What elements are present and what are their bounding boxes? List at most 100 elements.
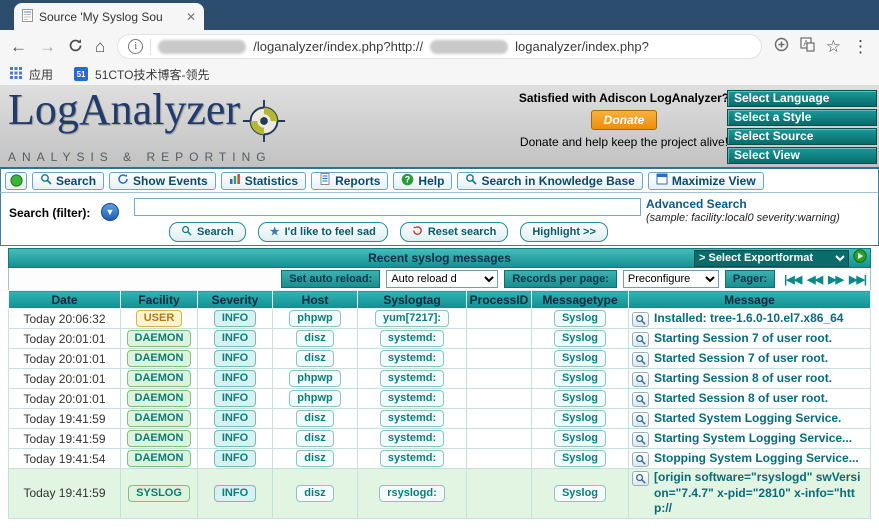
severity-badge[interactable]: INFO (213, 450, 257, 467)
advanced-search-link[interactable]: Advanced Search (646, 197, 747, 211)
menu-knowledge-base-button[interactable]: Search in Knowledge Base (457, 171, 643, 190)
col-message[interactable]: Message (628, 290, 871, 309)
messagetype-badge[interactable]: Syslog (553, 350, 607, 367)
bookmark-star-icon[interactable]: ☆ (826, 38, 841, 55)
severity-badge[interactable]: INFO (213, 484, 257, 502)
pager-last-icon[interactable]: ▶▶| (849, 273, 867, 286)
select-style-button[interactable]: Select a Style (727, 109, 877, 126)
feel-sad-button[interactable]: ★ I'd like to feel sad (257, 222, 388, 242)
messagetype-badge[interactable]: Syslog (553, 370, 607, 387)
pager-first-icon[interactable]: |◀◀ (784, 273, 802, 286)
host-badge[interactable]: disz (296, 410, 334, 427)
facility-badge[interactable]: DAEMON (126, 410, 192, 427)
message-detail-icon[interactable] (632, 391, 649, 407)
export-format-select[interactable]: > Select Exportformat (694, 249, 849, 267)
host-badge[interactable]: disz (296, 430, 334, 447)
col-processid[interactable]: ProcessID (466, 290, 532, 309)
facility-badge[interactable]: DAEMON (126, 450, 192, 467)
syslogtag-badge[interactable]: yum[7217]: (374, 310, 450, 327)
severity-badge[interactable]: INFO (213, 390, 257, 407)
forward-icon[interactable]: → (39, 38, 56, 55)
reset-search-button[interactable]: Reset search (399, 222, 509, 242)
status-circle-button[interactable] (5, 171, 27, 190)
host-badge[interactable]: phpwp (289, 370, 341, 387)
syslogtag-badge[interactable]: systemd: (379, 430, 445, 447)
browser-tab[interactable]: Source 'My Syslog Sou ✕ (14, 3, 204, 30)
message-detail-icon[interactable] (632, 351, 649, 367)
messagetype-badge[interactable]: Syslog (553, 484, 607, 502)
export-go-icon[interactable] (853, 248, 867, 268)
col-date[interactable]: Date (8, 290, 121, 309)
pager-next-icon[interactable]: ▶▶ (828, 273, 844, 286)
host-badge[interactable]: phpwp (289, 390, 341, 407)
donate-button[interactable]: Donate (591, 110, 657, 130)
syslogtag-badge[interactable]: systemd: (379, 330, 445, 347)
refresh-icon[interactable] (68, 38, 83, 56)
tab-close-icon[interactable]: ✕ (186, 10, 196, 24)
menu-maximize-view-button[interactable]: Maximize View (647, 171, 764, 190)
menu-show-events-button[interactable]: Show Events (109, 171, 216, 190)
facility-badge[interactable]: USER (135, 310, 183, 327)
menu-reports-button[interactable]: Reports (311, 171, 389, 190)
extension-plug-icon[interactable] (774, 37, 789, 57)
messagetype-badge[interactable]: Syslog (553, 450, 607, 467)
syslogtag-badge[interactable]: systemd: (379, 450, 445, 467)
message-detail-icon[interactable] (632, 311, 649, 327)
bookmark-item[interactable]: 51CTO技术博客-领先 (95, 66, 209, 83)
select-source-button[interactable]: Select Source (727, 128, 877, 145)
message-detail-icon[interactable] (632, 471, 649, 486)
col-severity[interactable]: Severity (197, 290, 273, 309)
col-facility[interactable]: Facility (120, 290, 198, 309)
severity-badge[interactable]: INFO (213, 430, 257, 447)
host-badge[interactable]: disz (296, 330, 334, 347)
search-submit-button[interactable]: Search (169, 222, 246, 242)
messagetype-badge[interactable]: Syslog (553, 390, 607, 407)
facility-badge[interactable]: DAEMON (126, 390, 192, 407)
host-badge[interactable]: phpwp (289, 310, 341, 327)
col-syslogtag[interactable]: Syslogtag (357, 290, 467, 309)
col-messagetype[interactable]: Messagetype (531, 290, 629, 309)
select-view-button[interactable]: Select View (727, 147, 877, 164)
back-icon[interactable]: ← (10, 38, 27, 55)
severity-badge[interactable]: INFO (213, 350, 257, 367)
facility-badge[interactable]: DAEMON (126, 330, 192, 347)
browser-menu-icon[interactable]: ⋮ (852, 38, 869, 55)
message-detail-icon[interactable] (632, 451, 649, 467)
home-icon[interactable]: ⌂ (95, 38, 105, 55)
syslogtag-badge[interactable]: systemd: (379, 410, 445, 427)
menu-help-button[interactable]: ? Help (393, 171, 453, 190)
syslogtag-badge[interactable]: systemd: (379, 350, 445, 367)
facility-badge[interactable]: DAEMON (126, 350, 192, 367)
syslogtag-badge[interactable]: systemd: (379, 370, 445, 387)
severity-badge[interactable]: INFO (213, 370, 257, 387)
messagetype-badge[interactable]: Syslog (553, 330, 607, 347)
message-detail-icon[interactable] (632, 331, 649, 347)
page-info-icon[interactable]: i (128, 39, 144, 54)
facility-badge[interactable]: DAEMON (126, 430, 192, 447)
records-per-page-select[interactable]: Preconfigure (622, 270, 719, 288)
col-host[interactable]: Host (272, 290, 358, 309)
records-per-page-button[interactable]: Records per page: (504, 270, 617, 288)
menu-search-button[interactable]: Search (32, 171, 105, 190)
filter-dropdown-button[interactable]: ▼ (101, 203, 119, 221)
search-filter-input[interactable] (134, 198, 641, 216)
messagetype-badge[interactable]: Syslog (553, 430, 607, 447)
syslogtag-badge[interactable]: rsyslogd: (379, 484, 445, 502)
message-detail-icon[interactable] (632, 411, 649, 427)
apps-grid-icon[interactable] (10, 66, 22, 82)
syslogtag-badge[interactable]: systemd: (379, 390, 445, 407)
auto-reload-select[interactable]: Auto reload d (386, 270, 499, 288)
highlight-button[interactable]: Highlight >> (520, 222, 608, 242)
facility-badge[interactable]: DAEMON (126, 370, 192, 387)
address-bar[interactable]: i /loganalyzer/index.php?http:// loganal… (117, 34, 762, 59)
messagetype-badge[interactable]: Syslog (553, 410, 607, 427)
set-auto-reload-button[interactable]: Set auto reload: (281, 270, 381, 288)
select-language-button[interactable]: Select Language (727, 90, 877, 107)
host-badge[interactable]: disz (296, 484, 334, 502)
severity-badge[interactable]: INFO (213, 410, 257, 427)
menu-statistics-button[interactable]: Statistics (220, 171, 307, 190)
message-detail-icon[interactable] (632, 371, 649, 387)
host-badge[interactable]: disz (296, 450, 334, 467)
severity-badge[interactable]: INFO (213, 330, 257, 347)
pager-previous-icon[interactable]: ◀◀ (807, 273, 823, 286)
